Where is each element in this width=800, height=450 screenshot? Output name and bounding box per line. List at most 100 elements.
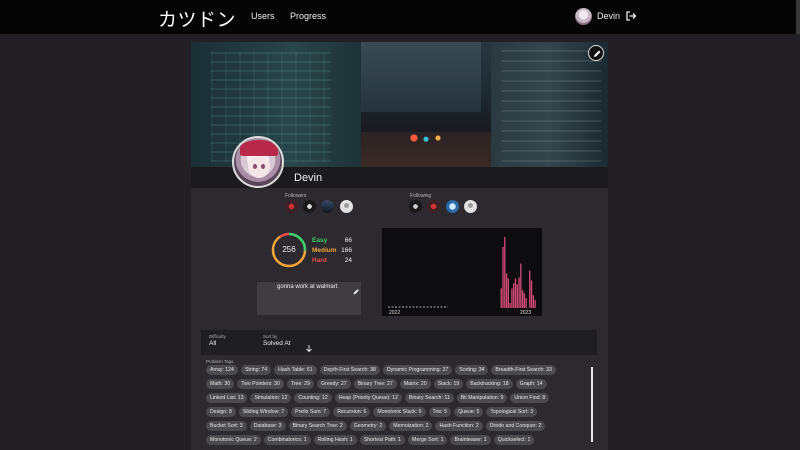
following-avatar[interactable] — [446, 200, 459, 213]
problem-tag-chip[interactable]: Tree: 29 — [286, 379, 314, 389]
edit-banner-button[interactable] — [588, 45, 604, 61]
problem-tag-chip[interactable]: Database: 3 — [249, 421, 286, 431]
following-avatar[interactable] — [409, 200, 422, 213]
tag-row: Design: 8 Sliding Window: 7 Prefix Sum: 7R… — [206, 407, 588, 421]
problem-tags-list: Array: 124 String: 74 Hash Table: 61 Depth-… — [206, 365, 588, 450]
total-solved-count: 256 — [282, 245, 296, 254]
problem-tag-chip[interactable]: Monotonic Stack: 6 — [373, 407, 426, 417]
chart-bar — [507, 278, 509, 308]
top-navbar — [0, 0, 800, 34]
problem-tag-chip[interactable]: Merge Sort: 1 — [408, 435, 448, 445]
chart-bar — [532, 295, 534, 308]
problem-tag-chip[interactable]: Hash Table: 61 — [274, 365, 317, 375]
chart-bar — [509, 303, 511, 308]
nav-username[interactable]: Devin — [597, 11, 620, 21]
problem-tag-chip[interactable]: Bit Manipulation: 9 — [456, 393, 508, 403]
sort-by-select[interactable]: Solved At — [263, 340, 290, 347]
tag-row: Array: 124 String: 74 Hash Table: 61 Depth-… — [206, 365, 588, 379]
problem-tag-chip[interactable]: Linked List: 13 — [206, 393, 248, 403]
chart-bar — [500, 288, 502, 308]
problem-tag-chip[interactable]: Simulation: 12 — [250, 393, 292, 403]
problem-tag-chip[interactable]: Greedy: 27 — [316, 379, 351, 389]
problem-tag-chip[interactable]: Monotonic Queue: 2 — [206, 435, 261, 445]
problem-tag-chip[interactable]: Trie: 5 — [428, 407, 452, 417]
problem-tag-chip[interactable]: Binary Search: 11 — [404, 393, 454, 403]
following-label: Following — [410, 193, 432, 199]
problem-tag-chip[interactable]: Counting: 12 — [294, 393, 332, 403]
problem-tag-chip[interactable]: Queue: 5 — [454, 407, 484, 417]
brand-logo[interactable]: カツドン — [158, 5, 236, 32]
nav-progress-link[interactable]: Progress — [290, 11, 326, 21]
problem-tag-chip[interactable]: Binary Tree: 27 — [353, 379, 397, 389]
activity-chart: 2022 2023 — [382, 228, 542, 316]
nav-avatar[interactable] — [575, 8, 592, 25]
chart-bar — [534, 300, 536, 308]
problem-tag-chip[interactable]: String: 74 — [240, 365, 272, 375]
following-avatar[interactable] — [427, 200, 440, 213]
problem-tag-chip[interactable]: Divide and Conquer: 2 — [485, 421, 546, 431]
problem-tag-chip[interactable]: Backtracking: 18 — [466, 379, 513, 389]
chart-bar — [513, 283, 515, 308]
problem-tag-chip[interactable]: Math: 30 — [206, 379, 235, 389]
activity-chart-svg: 2022 2023 — [388, 236, 536, 316]
chart-bar — [511, 288, 513, 308]
profile-avatar — [232, 136, 284, 188]
chart-bar — [502, 246, 504, 308]
problem-tag-chip[interactable]: Bucket Sort: 3 — [206, 421, 247, 431]
problem-tag-chip[interactable]: Depth-First Search: 38 — [319, 365, 380, 375]
problem-tags-label: Problem Tags — [206, 359, 234, 364]
problem-tag-chip[interactable]: Brainteaser: 1 — [450, 435, 491, 445]
problem-tag-chip[interactable]: Sorting: 34 — [455, 365, 489, 375]
tag-row: Bucket Sort: 3 Database: 3 Binary Search T… — [206, 421, 588, 435]
tags-scrollbar[interactable] — [591, 367, 593, 442]
problem-tag-chip[interactable]: Breadth-First Search: 33 — [491, 365, 556, 375]
follower-avatar[interactable] — [321, 200, 334, 213]
problem-tag-chip[interactable]: Combinatorics: 1 — [263, 435, 311, 445]
logout-icon[interactable] — [624, 9, 638, 23]
difficulty-filter-select[interactable]: All — [209, 340, 216, 347]
follower-avatar[interactable] — [303, 200, 316, 213]
problem-tag-chip[interactable]: Dynamic Programming: 37 — [382, 365, 453, 375]
profile-username: Devin — [294, 172, 323, 184]
chart-bar — [522, 290, 524, 308]
sort-direction-arrow-icon[interactable] — [305, 340, 313, 353]
follower-avatar-default[interactable] — [340, 200, 353, 213]
x-tick-label: 2023 — [520, 310, 531, 316]
chart-bar — [516, 284, 518, 308]
problem-tag-chip[interactable]: Hash Function: 2 — [435, 421, 483, 431]
problem-tag-chip[interactable]: Prefix Sum: 7 — [291, 407, 331, 417]
sort-by-label: Sort by — [263, 334, 278, 339]
followers-label: Followers — [285, 193, 307, 199]
edit-bio-pencil-icon[interactable] — [352, 283, 360, 295]
page-scrollbar[interactable] — [796, 0, 800, 34]
tag-row: Monotonic Queue: 2 Combinatorics: 1 Rollin… — [206, 435, 588, 449]
problem-tag-chip[interactable]: Recursion: 6 — [333, 407, 371, 417]
problem-tag-chip[interactable]: Memoization: 2 — [389, 421, 433, 431]
problem-tag-chip[interactable]: Geometry: 2 — [349, 421, 387, 431]
problem-tag-chip[interactable]: Binary Search Tree: 2 — [288, 421, 347, 431]
follower-avatar[interactable] — [285, 200, 298, 213]
chart-bar — [525, 298, 527, 308]
problem-tag-chip[interactable]: Rolling Hash: 1 — [313, 435, 357, 445]
problem-tag-chip[interactable]: Sliding Window: 7 — [238, 407, 289, 417]
problem-tag-chip[interactable]: Graph: 14 — [515, 379, 547, 389]
tag-row: Math: 30 Two Pointers: 30 Tree: 29 Greedy: … — [206, 379, 588, 393]
tag-row: Linked List: 13 Simulation: 12 Counting: 1… — [206, 393, 588, 407]
problem-tag-chip[interactable]: Matrix: 20 — [399, 379, 431, 389]
problem-tag-chip[interactable]: Array: 124 — [206, 365, 238, 375]
bio-text: gonna work at walmart — [277, 284, 338, 290]
x-tick-label: 2022 — [389, 310, 400, 316]
problem-tag-chip[interactable]: Shortest Path: 1 — [359, 435, 406, 445]
problem-tag-chip[interactable]: Union Find: 8 — [510, 393, 550, 403]
problem-tag-chip[interactable]: Topological Sort: 3 — [486, 407, 538, 417]
problem-tag-chip[interactable]: Two Pointers: 30 — [237, 379, 284, 389]
chart-bar — [529, 270, 531, 308]
problem-tag-chip[interactable]: Stack: 19 — [433, 379, 464, 389]
problem-tag-chip[interactable]: Design: 8 — [206, 407, 236, 417]
problem-tag-chip[interactable]: Quickselect: 1 — [493, 435, 535, 445]
following-avatar-default[interactable] — [464, 200, 477, 213]
chart-bar — [523, 293, 526, 308]
nav-users-link[interactable]: Users — [251, 11, 275, 21]
problem-tag-chip[interactable]: Heap (Priority Queue): 12 — [334, 393, 402, 403]
hard-count: 24 — [344, 257, 352, 264]
